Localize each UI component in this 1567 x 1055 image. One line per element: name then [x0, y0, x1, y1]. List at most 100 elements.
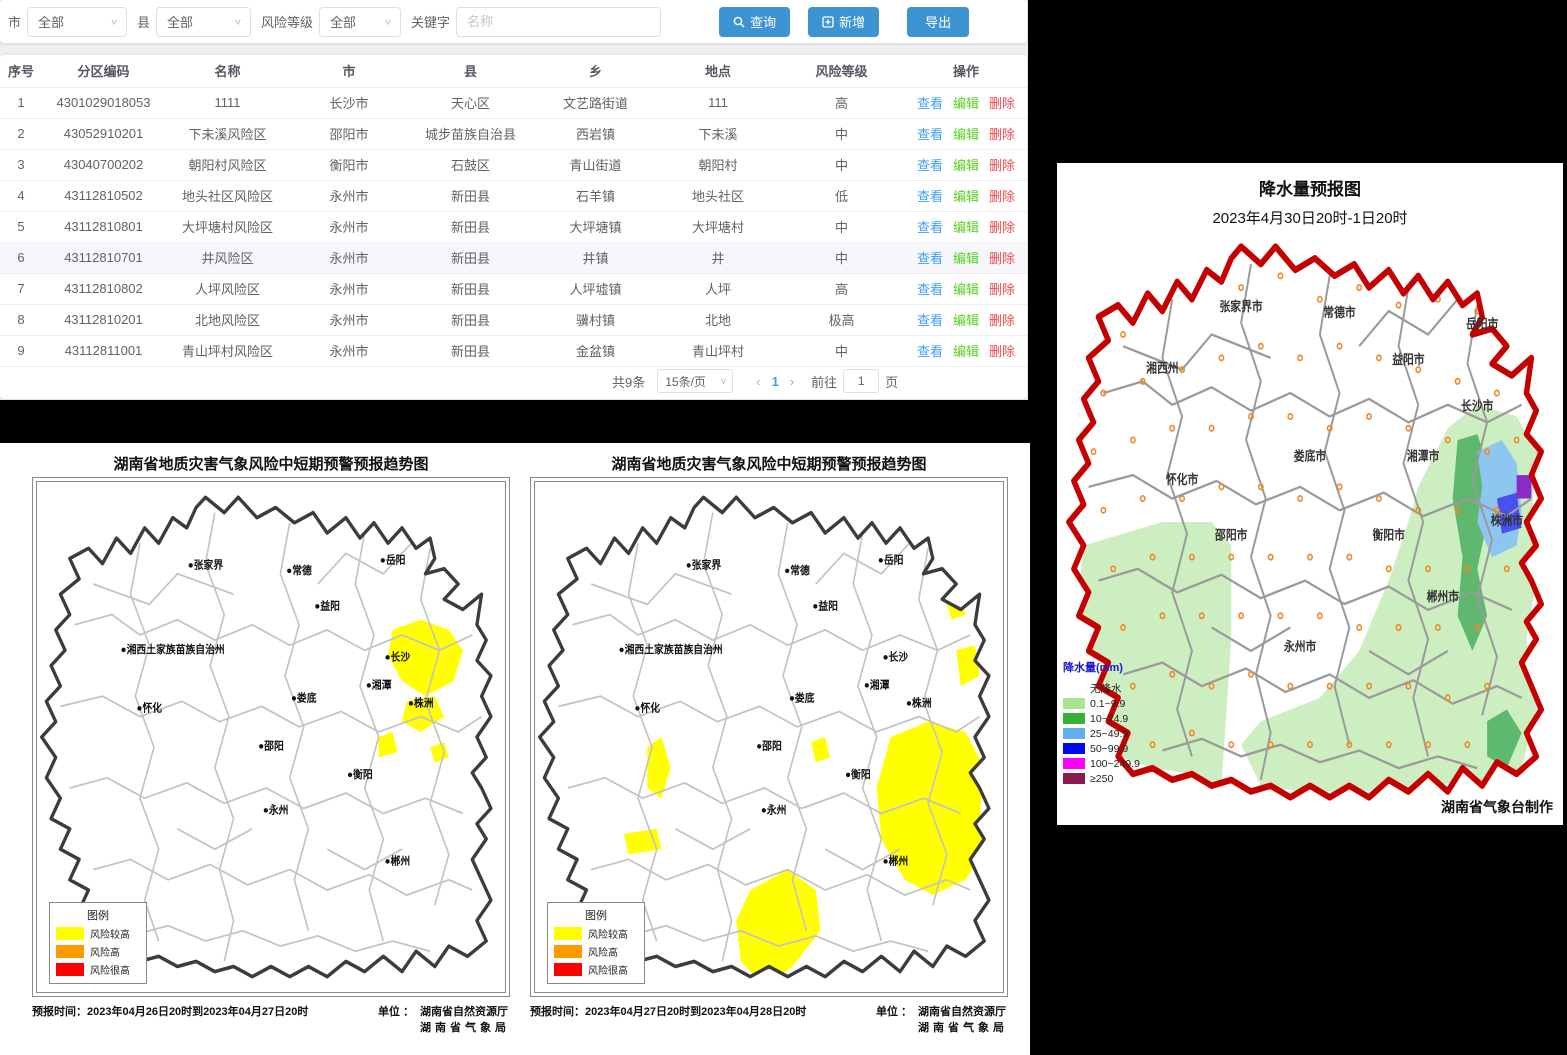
prev-page-button[interactable]: ‹ [756, 374, 760, 389]
forecast-time: 预报时间：2023年04月27日20时到2023年04月28日20时 [530, 1003, 806, 1035]
goto-page-input[interactable] [843, 369, 879, 393]
legend-label: 风险很高 [90, 962, 130, 977]
page-size-select[interactable]: 15条/页 ∨ [657, 369, 733, 393]
legend-swatch [1063, 683, 1085, 694]
table-cell: 人坪 [658, 273, 778, 304]
keyword-input[interactable] [456, 7, 661, 37]
row-actions: 查看编辑删除 [905, 335, 1027, 366]
delete-link[interactable]: 删除 [989, 344, 1015, 359]
city-select[interactable]: 全部 ∨ [27, 7, 127, 37]
edit-link[interactable]: 编辑 [953, 96, 979, 111]
col-header-risk: 风险等级 [778, 55, 905, 87]
table-cell: 7 [0, 273, 42, 304]
table-cell: 8 [0, 304, 42, 335]
view-link[interactable]: 查看 [917, 220, 943, 235]
add-button[interactable]: 新增 [808, 7, 879, 37]
view-link[interactable]: 查看 [917, 251, 943, 266]
table-cell: 新田县 [408, 242, 533, 273]
legend-swatch [56, 963, 84, 976]
export-button[interactable]: 导出 [907, 7, 969, 37]
table-cell: 5 [0, 211, 42, 242]
col-header-actions: 操作 [905, 55, 1027, 87]
risk-legend: 图例 风险较高风险高风险很高 [49, 902, 147, 984]
delete-link[interactable]: 删除 [989, 251, 1015, 266]
map-city-label: ●长沙 [385, 650, 411, 664]
edit-link[interactable]: 编辑 [953, 189, 979, 204]
edit-link[interactable]: 编辑 [953, 127, 979, 142]
table-cell: 1111 [165, 87, 290, 118]
table-cell: 低 [778, 180, 905, 211]
precip-legend-item: 100~249.9 [1063, 756, 1173, 771]
map-city-label: ●娄底 [291, 691, 317, 705]
edit-link[interactable]: 编辑 [953, 251, 979, 266]
legend-label: 100~249.9 [1090, 758, 1140, 770]
legend-label: 10~24.9 [1090, 713, 1128, 725]
delete-link[interactable]: 删除 [989, 282, 1015, 297]
map-city-label: ●怀化 [137, 701, 163, 715]
total-count: 共9条 [612, 372, 645, 391]
map-city-label: ●张家界 [686, 558, 722, 572]
delete-link[interactable]: 删除 [989, 313, 1015, 328]
view-link[interactable]: 查看 [917, 313, 943, 328]
legend-label: 风险高 [588, 944, 618, 959]
table-cell: 中 [778, 335, 905, 366]
table-cell: 永州市 [290, 242, 408, 273]
precip-legend-item: 25~49.9 [1063, 726, 1173, 741]
table-cell: 人坪墟镇 [533, 273, 658, 304]
col-header-place: 地点 [658, 55, 778, 87]
table-cell: 111 [658, 87, 778, 118]
edit-link[interactable]: 编辑 [953, 344, 979, 359]
delete-link[interactable]: 删除 [989, 158, 1015, 173]
precip-legend-item: 0.1~9.9 [1063, 696, 1173, 711]
trend-map-caption: 预报时间：2023年04月26日20时到2023年04月27日20时 单位 ： … [32, 1003, 510, 1035]
table-cell: 43040700202 [42, 149, 165, 180]
edit-link[interactable]: 编辑 [953, 220, 979, 235]
delete-link[interactable]: 删除 [989, 220, 1015, 235]
screen: 市 全部 ∨ 县 全部 ∨ 风险等级 全部 ∨ 关键字 查询 [0, 0, 1567, 1055]
view-link[interactable]: 查看 [917, 96, 943, 111]
legend-item: 风险很高 [56, 962, 140, 977]
table-cell: 城步苗族自治县 [408, 118, 533, 149]
view-link[interactable]: 查看 [917, 344, 943, 359]
map-city-label: ●永州 [761, 803, 787, 817]
next-page-button[interactable]: › [790, 374, 794, 389]
table-cell: 中 [778, 118, 905, 149]
edit-link[interactable]: 编辑 [953, 313, 979, 328]
table-cell: 中 [778, 242, 905, 273]
search-button[interactable]: 查询 [719, 7, 790, 37]
add-icon [822, 16, 834, 28]
map-city-label: ●常德 [286, 563, 312, 577]
delete-link[interactable]: 删除 [989, 189, 1015, 204]
forecast-time: 预报时间：2023年04月26日20时到2023年04月27日20时 [32, 1003, 308, 1035]
delete-link[interactable]: 删除 [989, 96, 1015, 111]
precipitation-panel: 降水量预报图 2023年4月30日20时-1日20时 张家界市常德市岳阳市益阳市… [1057, 163, 1563, 825]
delete-link[interactable]: 删除 [989, 127, 1015, 142]
precip-legend: 降水量(mm) 无降水0.1~9.910~24.925~49.950~99.91… [1063, 659, 1173, 786]
view-link[interactable]: 查看 [917, 189, 943, 204]
risk-select[interactable]: 全部 ∨ [319, 7, 401, 37]
page-number[interactable]: 1 [772, 374, 779, 389]
unit-org-2: 湖南省气象局 [420, 1019, 510, 1035]
view-link[interactable]: 查看 [917, 282, 943, 297]
table-cell: 青山坪村风险区 [165, 335, 290, 366]
row-actions: 查看编辑删除 [905, 118, 1027, 149]
edit-link[interactable]: 编辑 [953, 282, 979, 297]
filter-bar: 市 全部 ∨ 县 全部 ∨ 风险等级 全部 ∨ 关键字 查询 [0, 0, 1027, 43]
table-row: 743112810802人坪风险区永州市新田县人坪墟镇人坪高查看编辑删除 [0, 273, 1027, 304]
view-link[interactable]: 查看 [917, 158, 943, 173]
county-select[interactable]: 全部 ∨ [156, 7, 251, 37]
table-cell: 天心区 [408, 87, 533, 118]
table-cell: 4301029018053 [42, 87, 165, 118]
legend-swatch [1063, 773, 1085, 784]
map-city-label: ●湘潭 [864, 678, 890, 692]
map-city-label: ●衡阳 [845, 767, 871, 781]
table-cell: 石鼓区 [408, 149, 533, 180]
table-cell: 新田县 [408, 273, 533, 304]
table-cell: 衡阳市 [290, 149, 408, 180]
view-link[interactable]: 查看 [917, 127, 943, 142]
map-city-label: ●湘潭 [366, 678, 392, 692]
trend-map-caption: 预报时间：2023年04月27日20时到2023年04月28日20时 单位 ： … [530, 1003, 1008, 1035]
edit-link[interactable]: 编辑 [953, 158, 979, 173]
map-city-label: ●娄底 [789, 691, 815, 705]
map-city-label: 湘西州 [1146, 361, 1178, 376]
